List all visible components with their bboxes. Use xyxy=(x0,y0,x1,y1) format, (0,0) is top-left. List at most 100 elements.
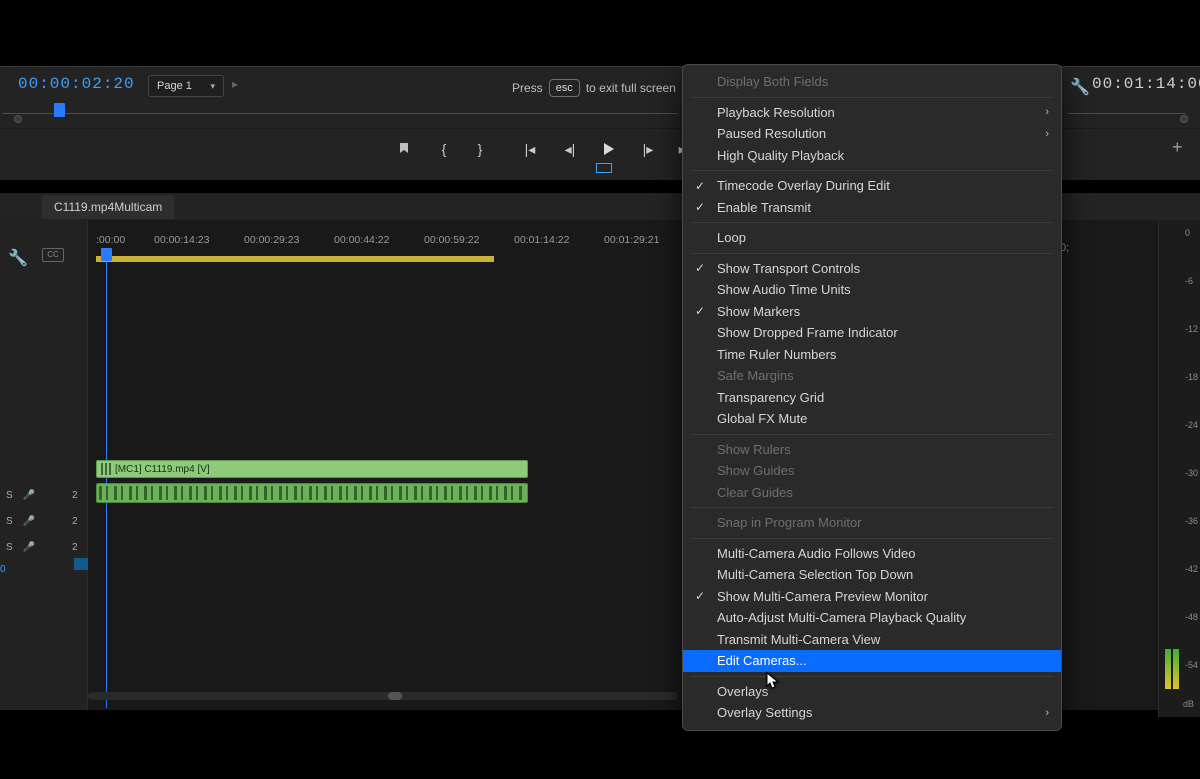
menu-item: Snap in Program Monitor xyxy=(683,512,1061,534)
scrubber-handle-right[interactable] xyxy=(1180,115,1188,123)
scrubber-playhead[interactable] xyxy=(54,103,65,117)
page-label: Page 1 xyxy=(157,80,192,92)
wrench-icon[interactable]: 🔧 xyxy=(1070,77,1090,97)
solo-button[interactable]: S xyxy=(6,490,13,501)
menu-separator xyxy=(691,97,1053,98)
menu-item[interactable]: ✓Show Markers xyxy=(683,301,1061,323)
timeline-hscroll[interactable] xyxy=(88,692,678,700)
menu-item-label: Multi-Camera Audio Follows Video xyxy=(717,546,915,561)
meter-tick: -12 xyxy=(1185,324,1198,334)
meter-tick: -6 xyxy=(1185,276,1193,286)
sequence-tab[interactable]: C1119.mp4Multicam xyxy=(42,195,174,219)
chevron-down-icon: ▾ xyxy=(210,81,215,92)
mic-icon[interactable]: 🎤 xyxy=(23,516,35,527)
menu-item[interactable]: Overlay Settings› xyxy=(683,702,1061,724)
menu-item-label: Multi-Camera Selection Top Down xyxy=(717,567,913,582)
hint-rest: to exit full screen xyxy=(586,81,676,95)
menu-item[interactable]: Overlays xyxy=(683,681,1061,703)
menu-item[interactable]: ✓Timecode Overlay During Edit xyxy=(683,175,1061,197)
mic-icon[interactable]: 🎤 xyxy=(23,542,35,553)
ruler-tick: 00:00:44:22 xyxy=(334,234,389,246)
step-forward-icon[interactable]: |▸ xyxy=(636,137,660,161)
ruler-tick: :00:00 xyxy=(96,234,125,246)
wrench-icon[interactable]: 🔧 xyxy=(8,248,28,268)
menu-item[interactable]: Paused Resolution› xyxy=(683,123,1061,145)
meter-tick: -36 xyxy=(1185,516,1198,526)
menu-item[interactable]: Transmit Multi-Camera View xyxy=(683,629,1061,651)
add-marker-icon[interactable] xyxy=(392,137,416,161)
timecode-left[interactable]: 00:00:02:20 xyxy=(18,75,135,93)
menu-separator xyxy=(691,434,1053,435)
menu-item[interactable]: Auto-Adjust Multi-Camera Playback Qualit… xyxy=(683,607,1061,629)
meter-tick: 0 xyxy=(1185,228,1190,238)
track-header[interactable]: S 🎤 2 xyxy=(0,508,88,534)
track-number: 2 xyxy=(72,516,78,527)
in-point-icon[interactable]: { xyxy=(432,137,456,161)
menu-item[interactable]: Multi-Camera Selection Top Down xyxy=(683,564,1061,586)
play-icon[interactable] xyxy=(596,137,620,161)
solo-button[interactable]: S xyxy=(6,516,13,527)
menu-item-label: Enable Transmit xyxy=(717,200,811,215)
menu-item-label: Transmit Multi-Camera View xyxy=(717,632,880,647)
fullscreen-hint: Press esc to exit full screen xyxy=(512,79,676,97)
scrubber-handle-left[interactable] xyxy=(14,115,22,123)
menu-separator xyxy=(691,538,1053,539)
go-to-in-icon[interactable]: |◂ xyxy=(518,137,542,161)
monitor-scrubber-right[interactable] xyxy=(1068,103,1186,121)
menu-item[interactable]: Time Ruler Numbers xyxy=(683,344,1061,366)
menu-item-label: Show Transport Controls xyxy=(717,261,860,276)
scroll-track xyxy=(88,692,678,700)
program-monitor-context-menu[interactable]: Display Both Fields Playback Resolution›P… xyxy=(682,64,1062,731)
menu-item-label: Display Both Fields xyxy=(717,74,828,89)
scroll-thumb[interactable] xyxy=(388,692,402,700)
audio-clip[interactable] xyxy=(96,483,528,503)
waveform xyxy=(99,486,525,500)
menu-item[interactable]: Transparency Grid xyxy=(683,387,1061,409)
menu-item[interactable]: Multi-Camera Audio Follows Video xyxy=(683,543,1061,565)
menu-item[interactable]: Global FX Mute xyxy=(683,408,1061,430)
menu-item[interactable]: High Quality Playback xyxy=(683,145,1061,167)
menu-separator xyxy=(691,676,1053,677)
chevron-right-icon: › xyxy=(1045,707,1049,719)
video-clip[interactable]: [MC1] C1119.mp4 [V] xyxy=(96,460,528,478)
ruler-tick: 00:01:29:21 xyxy=(604,234,659,246)
track-header[interactable]: S 🎤 2 xyxy=(0,534,88,560)
ruler-tick: 00:00:59:22 xyxy=(424,234,479,246)
mic-icon[interactable]: 🎤 xyxy=(23,490,35,501)
menu-item-label: Safe Margins xyxy=(717,368,794,383)
step-back-icon[interactable]: ◂| xyxy=(558,137,582,161)
menu-item[interactable]: Edit Cameras... xyxy=(683,650,1061,672)
chevron-right-icon: › xyxy=(1045,128,1049,140)
captions-toggle[interactable]: CC xyxy=(42,248,64,262)
time-ruler[interactable]: :00:00 00:00:14:23 00:00:29:23 00:00:44:… xyxy=(88,234,680,254)
menu-item[interactable]: Playback Resolution› xyxy=(683,102,1061,124)
meter-tick: -48 xyxy=(1185,612,1198,622)
menu-item[interactable]: ✓Enable Transmit xyxy=(683,197,1061,219)
track-lock-indicator[interactable] xyxy=(74,558,88,570)
clip-fx-icon xyxy=(101,463,111,475)
page-next-icon[interactable]: ▸ xyxy=(232,77,238,91)
menu-item[interactable]: Show Dropped Frame Indicator xyxy=(683,322,1061,344)
scrubber-line xyxy=(2,113,678,114)
menu-item-label: Show Rulers xyxy=(717,442,791,457)
track-header[interactable]: S 🎤 2 xyxy=(0,482,88,508)
multicam-toggle-icon[interactable] xyxy=(596,163,612,173)
work-area-bar[interactable] xyxy=(96,256,494,262)
menu-item[interactable]: ✓Show Multi-Camera Preview Monitor xyxy=(683,586,1061,608)
meter-tick: -54 xyxy=(1185,660,1198,670)
menu-item[interactable]: Show Audio Time Units xyxy=(683,279,1061,301)
page-selector[interactable]: Page 1 ▾ xyxy=(148,75,224,97)
menu-separator xyxy=(691,253,1053,254)
timeline-gutter: 🔧 CC xyxy=(0,220,88,710)
timecode-right[interactable]: 00:01:14:00 xyxy=(1092,75,1200,93)
meter-scale: 0 -6 -12 -18 -24 -30 -36 -42 -48 -54 xyxy=(1161,228,1199,691)
menu-item[interactable]: ✓Show Transport Controls xyxy=(683,258,1061,280)
menu-item[interactable]: Loop xyxy=(683,227,1061,249)
add-button-icon[interactable]: + xyxy=(1172,137,1183,158)
meter-bar-left xyxy=(1165,649,1171,689)
out-point-icon[interactable]: } xyxy=(468,137,492,161)
check-icon: ✓ xyxy=(695,179,705,193)
monitor-scrubber[interactable] xyxy=(2,103,678,121)
solo-button[interactable]: S xyxy=(6,542,13,553)
chevron-right-icon: › xyxy=(1045,106,1049,118)
